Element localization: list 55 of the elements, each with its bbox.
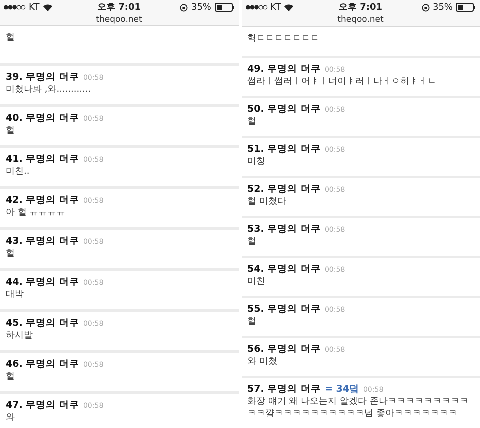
comment-text: 미쳤나봐 ,와............ [6,84,92,96]
battery-icon [214,3,234,12]
carrier-name: KT [29,2,40,12]
comment-author: 41. 무명의 더쿠 [6,154,80,165]
signal-icon [4,5,26,10]
comment-author: 45. 무명의 더쿠 [6,318,80,329]
reply-tag[interactable]: = 34덬 [324,384,360,395]
clock-time: 오후 7:01 [97,2,142,14]
comment-text: 헐 미쳤다 [248,196,288,208]
wifi-icon [284,4,294,12]
comment-text: 헐 [248,116,258,128]
comment-author: 47. 무명의 더쿠 [6,400,80,411]
comment-author: 53. 무명의 더쿠 [248,224,321,235]
comment-text: 헐 [248,316,258,328]
comment-text: 헐 [6,32,16,44]
comment-author: 40. 무명의 더쿠 [6,113,80,124]
comment-text: 헉ㄷㄷㄷㄷㄷㄷㄷ [248,33,320,45]
battery-percent: 35% [432,2,453,12]
comment-author: 52. 무명의 더쿠 [248,184,321,195]
comment-text: 헐 [6,371,16,383]
comment-text: 헐 [6,248,16,260]
address-bar-url[interactable]: theqoo.net [96,15,142,25]
comment-text: 헐 [248,236,258,248]
comment-text: 아 헐 ㅠㅠㅠㅠ [6,207,67,219]
comment-author: 42. 무명의 더쿠 [6,195,80,206]
battery-percent: 35% [191,2,212,12]
comment-author: 50. 무명의 더쿠 [248,104,321,115]
comment-text: 썸라ㅣ썸러ㅣ어ㅑㅣ너이ㅑ러ㅣ나ㅓㅇ히ㅑㅓㄴ [248,76,438,88]
wifi-icon [42,4,53,12]
comment-text: 화장 얘기 왜 나오는지 알겠다 존나ㅋㅋㅋㅋㅋㅋㅋㅋㅋㅋㅋ꺜ㅋㅋㅋㅋㅋㅋㅋㅋㅋㅋ넘 좋아ㅋㅋㅋㅋㅋㅋㅋ [248,396,470,420]
clock-time: 오후 7:01 [338,2,383,14]
comment-author: 46. 무명의 더쿠 [6,359,80,370]
comment-text: 미친 [248,276,266,288]
comment-author: 44. 무명의 더쿠 [6,277,80,288]
signal-icon [246,5,268,10]
battery-icon [456,3,476,12]
comment-text: 미친.. [6,166,31,178]
comment-author: 54. 무명의 더쿠 [248,264,321,275]
comment-text: 와 미쳤 [248,356,278,368]
comment-author: 43. 무명의 더쿠 [6,236,80,247]
comment-author: 49. 무명의 더쿠 [248,64,321,75]
address-bar-url[interactable]: theqoo.net [338,15,384,25]
comment-text: 하시발 [6,330,34,342]
comment-author: 51. 무명의 더쿠 [248,144,321,155]
rotation-lock-icon [180,4,188,12]
comment-text: 헐 [6,125,16,137]
comment-author: 56. 무명의 더쿠 [248,344,321,355]
comment-text: 미칭 [248,156,266,168]
rotation-lock-icon [422,4,430,12]
comment-text: 와 [6,412,16,424]
carrier-name: KT [270,2,282,12]
comment-text: 대박 [6,289,25,301]
comment-author: 57. 무명의 더쿠 [248,384,321,395]
comment-author: 55. 무명의 더쿠 [248,304,321,315]
comment-author: 39. 무명의 더쿠 [6,72,80,83]
